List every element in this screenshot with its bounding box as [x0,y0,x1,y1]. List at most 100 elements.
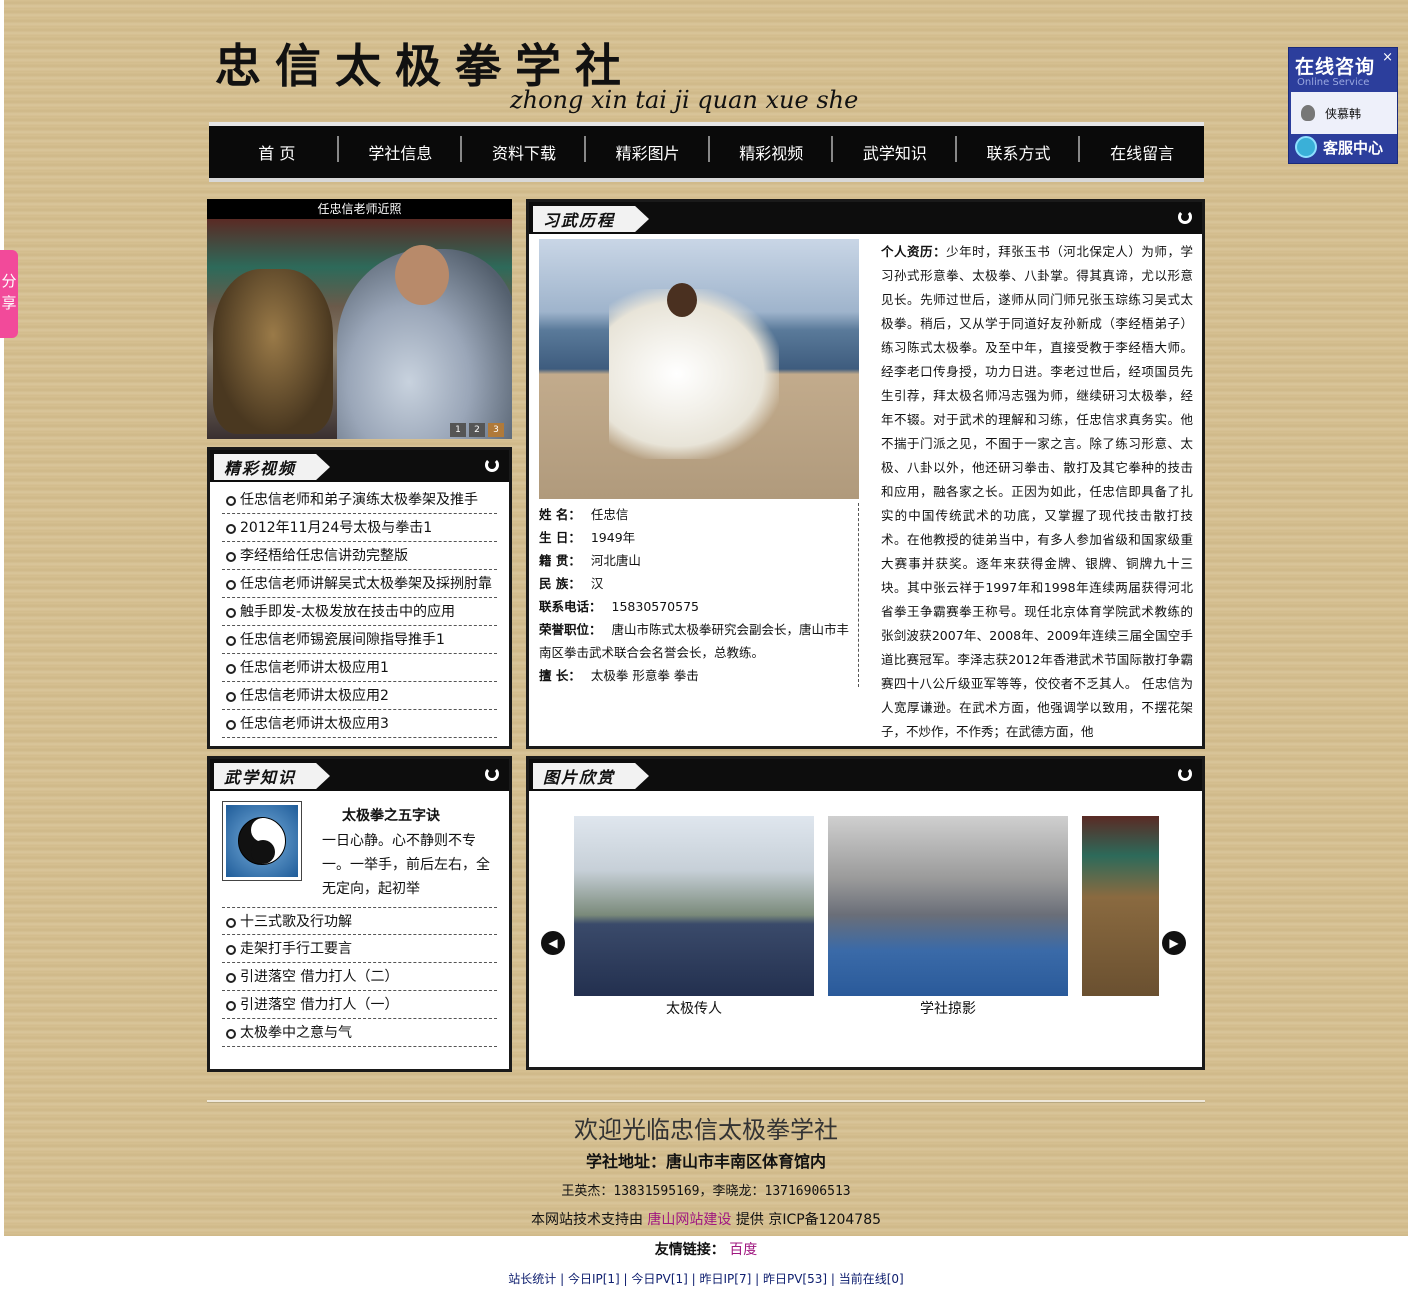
gallery-caption: 学社掠影 [920,1001,976,1017]
footer-support: 本网站技术支持由 唐山网站建设 提供 京ICP备1204785 [207,1209,1205,1229]
featured-article-title[interactable]: 太极拳之五字诀 [322,805,497,825]
taiji-thumbnail[interactable] [222,801,302,881]
gallery-image [574,816,814,996]
fact-hometown: 籍 贯： 河北唐山 [539,549,854,572]
article-link[interactable]: 引进落空 借力打人（一） [222,991,497,1019]
slide-dot-1[interactable]: 1 [450,423,466,437]
video-link[interactable]: 2012年11月24号太极与拳击1 [222,514,497,542]
swirl-icon [485,767,499,781]
fact-phone: 联系电话： 15830570575 [539,595,854,618]
nav-home[interactable]: 首 页 [215,136,339,164]
video-link[interactable]: 任忠信老师锡瓷展间隙指导推手1 [222,626,497,654]
swirl-icon [1178,767,1192,781]
slide-dot-2[interactable]: 2 [469,423,485,437]
biography-header: 习武历程 [529,202,1202,234]
videos-panel-header: 精彩视频 [210,450,509,482]
gallery-next-arrow-icon[interactable]: ▶ [1162,931,1186,955]
gallery-prev-arrow-icon[interactable]: ◀ [541,931,565,955]
slide-dot-3[interactable]: 3 [488,423,504,437]
nav-downloads[interactable]: 资料下载 [462,136,586,164]
main-nav: 首 页 学社信息 资料下载 精彩图片 精彩视频 武学知识 联系方式 在线留言 [209,122,1204,182]
fact-label: 姓 名： [539,507,581,522]
nav-society-info[interactable]: 学社信息 [339,136,463,164]
service-agent-name: 侠慕韩 [1325,106,1362,121]
share-button[interactable]: 分享 [0,250,18,338]
nav-videos[interactable]: 精彩视频 [710,136,834,164]
nav-martial-knowledge[interactable]: 武学知识 [833,136,957,164]
article-list: 十三式歌及行功解 走架打手行工要言 引进落空 借力打人（二） 引进落空 借力打人… [210,907,509,1047]
fact-honors: 荣誉职位： 唐山市陈式太极拳研究会副会长，唐山市丰南区拳击武术联合会名誉会长，总教… [539,618,854,664]
video-link[interactable]: 任忠信老师和弟子演练太极拳架及推手 [222,486,497,514]
slideshow-pager: 1 2 3 [450,423,504,437]
gallery-item[interactable]: 太极传人 [574,816,814,1018]
nav-guestbook[interactable]: 在线留言 [1080,140,1204,164]
teacher-beach-photo [539,239,859,499]
fact-label: 民 族： [539,576,581,591]
biography-title: 习武历程 [533,206,650,232]
teacher-photo-slideshow: 任忠信老师近照 1 2 3 [207,199,512,439]
friend-link-baidu[interactable]: 百度 [729,1242,757,1258]
nav-photos[interactable]: 精彩图片 [586,136,710,164]
martial-knowledge-panel: 武学知识 太极拳之五字诀 一日心静。心不静则不专一。一举手，前后左右，全无定向，… [207,756,512,1072]
gallery-viewport: 太极传人 学社掠影 任 [574,816,1159,1026]
service-agent[interactable]: 侠慕韩 [1291,92,1397,134]
friend-links-label: 友情链接： [654,1242,725,1258]
video-link[interactable]: 任忠信老师讲太极应用3 [222,710,497,738]
site-logo-pinyin: zhong xin tai ji quan xue she [510,86,859,114]
site-stats[interactable]: 站长统计 | 今日IP[1] | 今日PV[1] | 昨日IP[7] | 昨日P… [207,1270,1205,1287]
service-subtitle: Online Service [1297,77,1370,88]
teacher-figure [609,289,779,459]
qq-penguin-icon [1301,105,1315,121]
gallery-header: 图片欣赏 [529,759,1202,791]
swirl-icon [1178,210,1192,224]
swirl-icon [485,458,499,472]
videos-panel-title: 精彩视频 [214,454,331,480]
nav-contact[interactable]: 联系方式 [957,136,1081,164]
taiji-thumbnail-bg [226,805,298,877]
service-center-button[interactable]: 客服中心 [1291,133,1397,161]
featured-article-excerpt: 一日心静。心不静则不专一。一举手，前后左右，全无定向，起初举 [322,833,490,897]
featured-article: 太极拳之五字诀 一日心静。心不静则不专一。一举手，前后左右，全无定向，起初举 [210,791,509,907]
video-link[interactable]: 任忠信老师讲太极应用1 [222,654,497,682]
resume-body: 少年时，拜张玉书（河北保定人）为师，学习孙式形意拳、太极拳、八卦掌。得其真谛，尤… [881,244,1193,739]
biography-text: 个人资历：少年时，拜张玉书（河北保定人）为师，学习孙式形意拳、太极拳、八卦掌。得… [881,240,1193,745]
close-icon[interactable]: × [1382,50,1393,65]
gallery-item[interactable]: 学社掠影 [828,816,1068,1018]
article-link[interactable]: 太极拳中之意与气 [222,1019,497,1047]
fact-value: 河北唐山 [590,553,641,568]
article-link[interactable]: 走架打手行工要言 [222,935,497,963]
teacher-head [667,283,697,317]
fact-specialties: 擅 长： 太极拳 形意拳 拳击 [539,664,854,687]
resume-label: 个人资历： [881,244,947,259]
video-link[interactable]: 任忠信老师讲太极应用2 [222,682,497,710]
slideshow-image[interactable]: 1 2 3 [207,219,512,439]
gallery-panel: 图片欣赏 ◀ 太极传人 学社掠影 任 ▶ [526,756,1205,1070]
fact-value: 汉 [590,576,604,591]
fact-label: 擅 长： [539,668,581,683]
fact-name: 姓 名： 任忠信 [539,503,854,526]
yin-yang-icon [238,817,286,865]
gallery-caption: 任 [1082,998,1159,1018]
fact-label: 生 日： [539,530,581,545]
article-link[interactable]: 十三式歌及行功解 [222,907,497,935]
gallery-image [828,816,1068,996]
martial-knowledge-header: 武学知识 [210,759,509,791]
service-center-label: 客服中心 [1323,138,1384,157]
martial-knowledge-title: 武学知识 [214,763,331,789]
article-link[interactable]: 引进落空 借力打人（二） [222,963,497,991]
friend-links: 友情链接： 百度 [207,1239,1205,1259]
featured-article-text: 太极拳之五字诀 一日心静。心不静则不专一。一举手，前后左右，全无定向，起初举 [302,801,497,901]
fact-ethnicity: 民 族： 汉 [539,572,854,595]
video-link[interactable]: 任忠信老师讲解吴式太极拳架及採挒肘靠 [222,570,497,598]
personal-facts: 姓 名： 任忠信 生 日： 1949年 籍 贯： 河北唐山 民 族： 汉 联系电话： 15… [539,503,859,687]
fact-value: 任忠信 [590,507,629,522]
service-title: 在线咨询 [1295,56,1376,78]
video-link[interactable]: 触手即发-太极发放在技击中的应用 [222,598,497,626]
gallery-item[interactable]: 任 [1082,816,1159,1018]
fact-label: 联系电话： [539,599,602,614]
support-prefix: 本网站技术支持由 [530,1212,643,1228]
footer-divider [207,1100,1205,1103]
fact-value: 1949年 [590,530,636,545]
support-link[interactable]: 唐山网站建设 [647,1212,731,1228]
video-link[interactable]: 李经梧给任忠信讲劲完整版 [222,542,497,570]
